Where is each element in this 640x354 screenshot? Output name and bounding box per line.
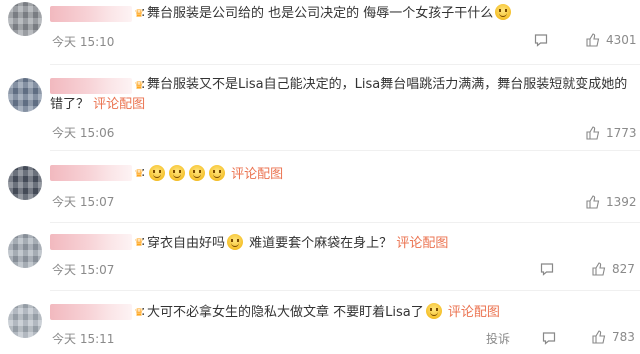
comment-time: 今天 15:10 [52,35,115,49]
thumbs-up-icon [592,330,606,344]
comment-icon [542,332,556,345]
like-button[interactable]: 1773 [586,126,637,140]
username-blurred[interactable] [50,165,132,181]
like-count: 827 [612,262,635,276]
report-label: 投诉 [486,332,511,346]
thumbs-up-icon [586,126,600,140]
like-count: 1773 [606,126,637,140]
comment-time: 今天 15:06 [52,126,115,140]
avatar[interactable] [8,2,42,36]
comment-time: 今天 15:11 [52,332,115,346]
like-button[interactable]: 827 [592,262,635,276]
smile-emoji-icon [169,165,185,181]
sweat-smile-emoji-icon [495,4,512,20]
smile-emoji-icon [425,303,442,319]
view-image-link[interactable]: 评论配图 [448,305,500,320]
comment-text: 评论配图 [147,165,283,184]
username-blurred[interactable] [50,6,132,22]
like-count: 783 [612,330,635,344]
comment-icon [540,263,554,276]
divider [50,64,640,65]
reply-button[interactable] [534,33,548,47]
avatar[interactable] [8,234,42,268]
smile-emoji-icon [189,165,205,181]
divider [50,290,640,291]
like-button[interactable]: 4301 [586,33,637,47]
divider [50,222,640,223]
smile-emoji-icon [209,165,225,181]
avatar[interactable] [8,304,42,338]
like-count: 1392 [606,195,637,209]
like-count: 4301 [606,33,637,47]
report-button[interactable]: 投诉 [486,330,510,347]
thumbs-up-icon [592,262,606,276]
comment-text: 舞台服装是公司给的 也是公司决定的 侮辱一个女孩子干什么 [147,4,513,23]
comment-time: 今天 15:07 [52,195,115,209]
view-image-link[interactable]: 评论配图 [396,236,448,251]
comment-text: 穿衣自由好吗 难道要套个麻袋在身上？ 评论配图 [147,234,449,251]
username-blurred[interactable] [50,78,132,94]
reply-button[interactable] [542,331,556,345]
avatar[interactable] [8,166,42,200]
smile-emoji-icon [149,165,165,181]
comment-text: 舞台服装又不是Lisa自己能决定的，Lisa舞台唱跳活力满满，舞台服装短就变成她… [147,77,628,92]
divider [50,150,640,151]
smile-emoji-icon [227,234,244,250]
comment-time: 今天 15:07 [52,263,115,277]
view-image-link[interactable]: 评论配图 [93,97,145,112]
thumbs-up-icon [586,33,600,47]
comment-icon [534,34,548,47]
view-image-link[interactable]: 评论配图 [231,167,283,182]
avatar[interactable] [8,78,42,112]
comment-text-line2: 错了？ 评论配图 [50,97,146,112]
username-blurred[interactable] [50,304,132,320]
username-blurred[interactable] [50,234,132,250]
like-button[interactable]: 1392 [586,195,637,209]
reply-button[interactable] [540,262,554,276]
like-button[interactable]: 783 [592,330,635,344]
thumbs-up-icon [586,195,600,209]
comment-text: 大可不必拿女生的隐私大做文章 不要盯着Lisa了 评论配图 [147,303,500,320]
